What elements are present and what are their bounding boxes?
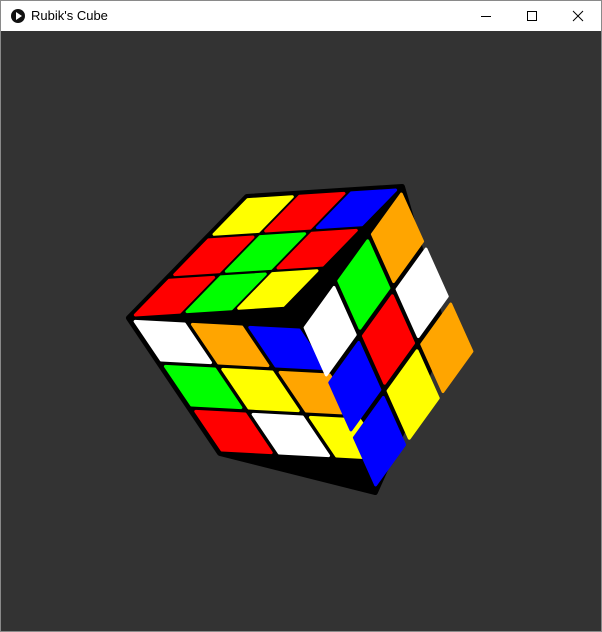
title-bar[interactable]: Rubik's Cube	[1, 1, 601, 31]
close-icon	[572, 10, 584, 22]
rubiks-cube[interactable]	[1, 31, 601, 631]
play-circle-icon	[11, 9, 25, 23]
window-title: Rubik's Cube	[31, 8, 108, 23]
app-window: Rubik's Cube	[0, 0, 602, 632]
close-button[interactable]	[555, 1, 601, 31]
maximize-button[interactable]	[509, 1, 555, 31]
render-canvas[interactable]	[1, 31, 601, 631]
minimize-icon	[481, 16, 491, 17]
minimize-button[interactable]	[463, 1, 509, 31]
maximize-icon	[527, 11, 537, 21]
window-controls	[463, 1, 601, 31]
